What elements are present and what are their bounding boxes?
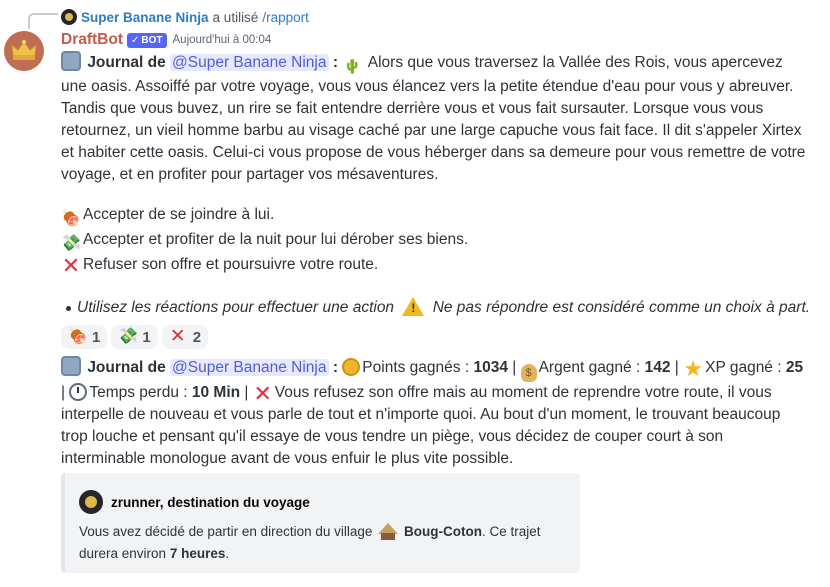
reaction-hint: Utilisez les réactions pour effectuer un… bbox=[66, 297, 817, 319]
clock-icon bbox=[69, 383, 88, 401]
money-label: Argent gagné : bbox=[538, 359, 641, 376]
village-name: Boug-Coton bbox=[403, 524, 482, 539]
choice-label: Refuser son offre et poursuivre votre ro… bbox=[83, 256, 379, 273]
travel-embed: zrunner, destination du voyage Vous avez… bbox=[61, 473, 580, 573]
newspaper-icon bbox=[61, 356, 81, 376]
intro-text: Alors que vous traversez la Vallée des R… bbox=[61, 54, 806, 183]
result-message: Journal de @Super Banane Ninja : Points … bbox=[61, 356, 804, 467]
points-value: 1034 bbox=[473, 359, 508, 376]
message-timestamp[interactable]: Aujourd'hui à 00:04 bbox=[173, 34, 272, 46]
reaction-count: 2 bbox=[192, 328, 202, 346]
choice-item: ✕ Refuser son offre et poursuivre votre r… bbox=[61, 253, 811, 278]
hint-text-a: Utilisez les réactions pour effectuer un… bbox=[77, 299, 395, 316]
user-mention[interactable]: @Super Banane Ninja bbox=[170, 54, 329, 71]
bot-avatar[interactable] bbox=[4, 31, 44, 71]
reply-connector bbox=[28, 13, 58, 29]
bot-tag-label: BOT bbox=[141, 34, 163, 46]
embed-author-avatar[interactable] bbox=[79, 490, 103, 514]
bot-tag: ✓ BOT bbox=[127, 32, 167, 48]
embed-author-name: zrunner, destination du voyage bbox=[111, 494, 310, 510]
embed-desc-end: . bbox=[225, 546, 230, 561]
xp-label: XP gagné : bbox=[705, 359, 782, 376]
journal-label: Journal de bbox=[87, 359, 166, 376]
newspaper-icon bbox=[61, 51, 81, 71]
reply-command[interactable]: /rapport bbox=[262, 10, 309, 25]
colon: : bbox=[332, 54, 338, 71]
reaction-count: 1 bbox=[92, 328, 101, 346]
reaction-count: 1 bbox=[142, 328, 151, 346]
choice-label: Accepter de se joindre à lui. bbox=[83, 206, 275, 223]
hut-icon bbox=[378, 523, 399, 540]
travel-duration: 7 heures bbox=[169, 546, 226, 561]
hint-text-b: Ne pas répondre est considéré comme un c… bbox=[432, 299, 811, 316]
xp-value: 25 bbox=[785, 359, 804, 376]
reply-username[interactable]: Super Banane Ninja bbox=[81, 10, 209, 25]
choice-item: 💸 Accepter et profiter de la nuit pour lu… bbox=[61, 229, 811, 254]
reactions-bar: 🍖 1 💸 1 ✕ 2 bbox=[61, 325, 209, 349]
cross-mark-icon: ✕ bbox=[169, 326, 186, 347]
star-icon: ★ bbox=[683, 356, 703, 381]
user-mention[interactable]: @Super Banane Ninja bbox=[170, 359, 329, 376]
choices-list: 🍖 Accepter de se joindre à lui. 💸 Accepter… bbox=[61, 204, 811, 278]
check-icon: ✓ bbox=[131, 34, 140, 46]
choice-label: Accepter et profiter de la nuit pour lui… bbox=[83, 231, 469, 248]
desert-oasis-icon: 🌵 bbox=[343, 58, 362, 74]
reply-text: a utilisé bbox=[212, 9, 259, 25]
meat-icon: 🍖 bbox=[61, 210, 81, 227]
cross-mark-icon: ✕ bbox=[253, 381, 272, 406]
reaction-money[interactable]: 💸 1 bbox=[111, 325, 158, 349]
reply-avatar[interactable] bbox=[61, 9, 77, 25]
cross-mark-icon: ✕ bbox=[61, 253, 81, 278]
crown-icon bbox=[11, 40, 37, 60]
embed-desc-a: Vous avez décidé de partir en direction … bbox=[79, 524, 373, 539]
money-with-wings-icon: 💸 bbox=[118, 328, 139, 345]
points-label: Points gagnés : bbox=[362, 359, 470, 376]
money-bag-icon: $ bbox=[520, 364, 537, 382]
message-intro: Journal de @Super Banane Ninja : 🌵 Alors… bbox=[61, 51, 811, 186]
embed-description: Vous avez décidé de partir en direction … bbox=[79, 521, 569, 565]
meat-icon: 🍖 bbox=[68, 328, 88, 345]
medal-icon bbox=[342, 358, 361, 376]
money-with-wings-icon: 💸 bbox=[61, 235, 81, 252]
colon: : bbox=[332, 359, 338, 376]
time-label: Temps perdu : bbox=[89, 384, 188, 401]
embed-author: zrunner, destination du voyage bbox=[79, 490, 310, 514]
time-value: 10 Min bbox=[191, 384, 241, 401]
reply-reference[interactable]: Super Banane Ninja a utilisé /rapport bbox=[61, 7, 309, 27]
choice-item: 🍖 Accepter de se joindre à lui. bbox=[61, 204, 811, 229]
reaction-meat[interactable]: 🍖 1 bbox=[61, 325, 108, 349]
warning-icon: ! bbox=[402, 297, 425, 316]
journal-label: Journal de bbox=[87, 54, 166, 71]
money-value: 142 bbox=[644, 359, 671, 376]
message-header: DraftBot ✓ BOT Aujourd'hui à 00:04 bbox=[61, 30, 271, 50]
reaction-cross[interactable]: ✕ 2 bbox=[161, 325, 209, 349]
bot-username[interactable]: DraftBot bbox=[61, 31, 123, 49]
